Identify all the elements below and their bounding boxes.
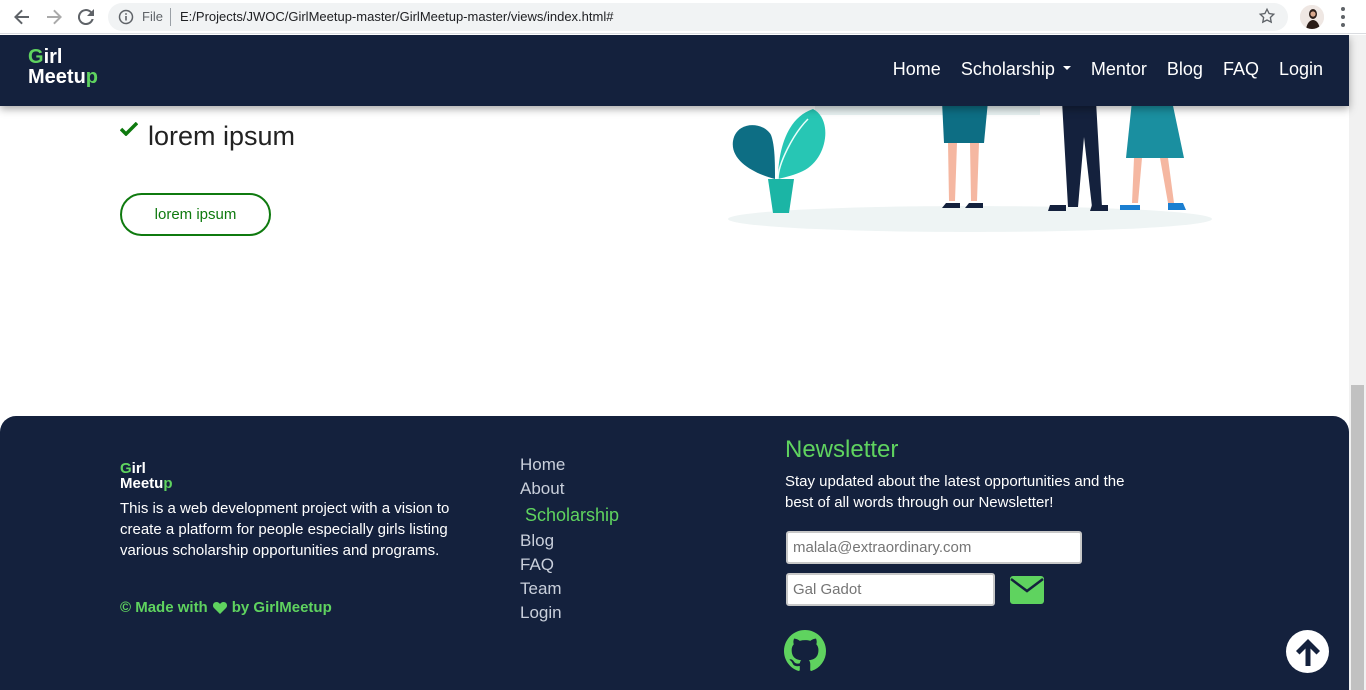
- browser-toolbar: File E:/Projects/JWOC/GirlMeetup-master/…: [0, 0, 1366, 34]
- caret-down-icon: [1062, 66, 1071, 71]
- nav-scholarship[interactable]: Scholarship: [961, 59, 1071, 80]
- footer-description: This is a web development project with a…: [120, 500, 450, 559]
- newsletter-text: Stay updated about the latest opportunit…: [785, 473, 1125, 511]
- footer-link-scholarship[interactable]: Scholarship: [525, 503, 619, 527]
- heart-icon: [212, 602, 227, 614]
- file-label: File: [142, 9, 163, 24]
- made-with-credit: © Made with by GirlMeetup: [120, 599, 332, 616]
- footer-link-about[interactable]: About: [520, 477, 619, 501]
- nav-blog[interactable]: Blog: [1167, 59, 1203, 80]
- footer-link-login[interactable]: Login: [520, 601, 619, 625]
- nav-login[interactable]: Login: [1279, 59, 1323, 80]
- browser-menu-icon[interactable]: [1340, 7, 1346, 27]
- page-scrollbar[interactable]: [1349, 35, 1366, 690]
- footer-logo-line1: Girl: [120, 460, 146, 477]
- newsletter-name-input[interactable]: [786, 573, 995, 606]
- nav-mentor[interactable]: Mentor: [1091, 59, 1147, 80]
- profile-avatar[interactable]: [1300, 5, 1324, 29]
- bookmark-star-icon[interactable]: [1258, 7, 1276, 25]
- page-viewport: Girl Meetup Home Scholarship Mentor Blog…: [0, 35, 1366, 690]
- footer-logo[interactable]: Girl Meetup: [120, 461, 173, 491]
- footer-link-team[interactable]: Team: [520, 577, 619, 601]
- scrollbar-thumb[interactable]: [1351, 385, 1364, 690]
- site-navbar: Girl Meetup Home Scholarship Mentor Blog…: [0, 35, 1349, 106]
- hero-illustration: [720, 101, 1220, 236]
- forward-icon[interactable]: [42, 5, 66, 29]
- nav-scholarship-label: Scholarship: [960, 59, 1055, 79]
- arrow-up-icon: [1295, 638, 1320, 666]
- footer-links: Home About Scholarship Blog FAQ Team Log…: [520, 453, 619, 625]
- site-footer: Girl Meetup This is a web development pr…: [0, 416, 1349, 690]
- url-text[interactable]: E:/Projects/JWOC/GirlMeetup-master/GirlM…: [180, 9, 613, 24]
- site-logo[interactable]: Girl Meetup: [28, 47, 98, 87]
- logo-line2: Meetup: [28, 66, 99, 88]
- newsletter-email-input[interactable]: [786, 531, 1082, 564]
- check-icon: [119, 121, 139, 137]
- info-icon[interactable]: [118, 9, 134, 25]
- envelope-icon[interactable]: [1010, 576, 1044, 604]
- footer-link-blog[interactable]: Blog: [520, 529, 619, 553]
- nav-home[interactable]: Home: [893, 59, 941, 80]
- reload-icon[interactable]: [74, 5, 98, 29]
- hero-button[interactable]: lorem ipsum: [120, 193, 271, 236]
- nav-faq[interactable]: FAQ: [1223, 59, 1259, 80]
- scroll-to-top-button[interactable]: [1286, 630, 1329, 673]
- hero-list-item: lorem ipsum: [148, 121, 296, 151]
- logo-line1: Girl: [28, 46, 63, 68]
- separator: [170, 8, 171, 26]
- footer-logo-line2: Meetup: [120, 475, 173, 492]
- footer-link-home[interactable]: Home: [520, 453, 619, 477]
- newsletter-title: Newsletter: [785, 436, 899, 463]
- nav-links: Home Scholarship Mentor Blog FAQ Login: [893, 59, 1323, 80]
- back-icon[interactable]: [10, 5, 34, 29]
- made-suffix: by GirlMeetup: [231, 599, 332, 616]
- github-icon[interactable]: [784, 630, 826, 672]
- made-prefix: © Made with: [120, 599, 208, 616]
- address-bar[interactable]: File E:/Projects/JWOC/GirlMeetup-master/…: [108, 3, 1288, 31]
- footer-link-faq[interactable]: FAQ: [520, 553, 619, 577]
